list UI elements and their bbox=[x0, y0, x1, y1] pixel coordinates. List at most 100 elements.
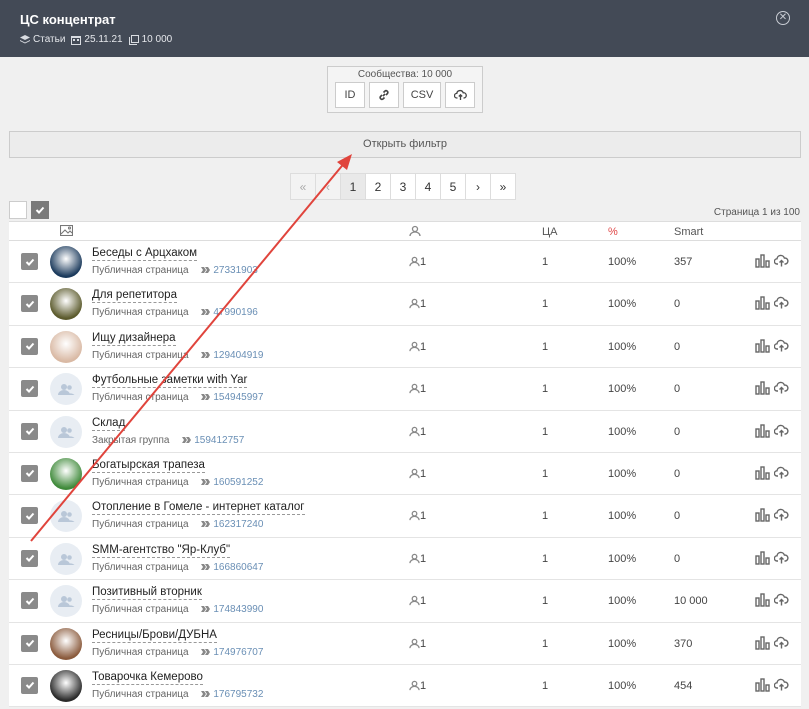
page-2[interactable]: 2 bbox=[365, 173, 391, 200]
community-id-link[interactable]: 129404919 bbox=[201, 350, 263, 361]
deselect-all-checkbox[interactable] bbox=[9, 201, 27, 219]
row-checkbox[interactable] bbox=[21, 422, 38, 440]
row-checkbox[interactable] bbox=[21, 337, 38, 355]
ca-column-header[interactable]: ЦА bbox=[542, 226, 557, 238]
community-name[interactable]: Ищу дизайнера bbox=[92, 331, 176, 346]
community-id[interactable]: 129404919 bbox=[213, 350, 263, 361]
community-id[interactable]: 160591252 bbox=[213, 477, 263, 488]
stats-icon[interactable] bbox=[755, 380, 770, 395]
community-id[interactable]: 154945997 bbox=[213, 392, 263, 403]
page-next[interactable]: › bbox=[465, 173, 491, 200]
close-icon[interactable]: ✕ bbox=[776, 11, 790, 25]
community-name[interactable]: SMM-агентство "Яр-Клуб" bbox=[92, 543, 231, 558]
community-avatar[interactable] bbox=[50, 373, 82, 406]
page-prev[interactable]: ‹ bbox=[315, 173, 341, 200]
community-id[interactable]: 47990196 bbox=[213, 307, 258, 318]
community-avatar[interactable] bbox=[50, 669, 82, 702]
row-checkbox[interactable] bbox=[21, 253, 38, 270]
community-avatar[interactable] bbox=[50, 500, 82, 533]
community-id-link[interactable]: 47990196 bbox=[201, 307, 258, 318]
cloud-upload-icon[interactable] bbox=[774, 592, 789, 607]
community-name[interactable]: Ресницы/Брови/ДУБНА bbox=[92, 628, 217, 643]
stats-icon[interactable] bbox=[755, 295, 770, 311]
community-name[interactable]: Отопление в Гомеле - интернет каталог bbox=[92, 500, 305, 516]
community-name[interactable]: Футбольные заметки with Yar bbox=[92, 373, 248, 389]
layers-icon bbox=[20, 34, 30, 43]
row-checkbox[interactable] bbox=[21, 295, 38, 313]
community-avatar[interactable] bbox=[50, 246, 82, 278]
community-id[interactable]: 176795732 bbox=[213, 689, 263, 700]
export-csv-button[interactable]: CSV bbox=[403, 82, 441, 108]
cloud-upload-icon[interactable] bbox=[774, 635, 789, 650]
community-id-link[interactable]: 176795732 bbox=[201, 689, 263, 700]
community-id-link[interactable]: 174976707 bbox=[201, 647, 263, 658]
stats-icon[interactable] bbox=[755, 677, 770, 692]
community-id-link[interactable]: 166860647 bbox=[201, 562, 263, 573]
row-checkbox[interactable] bbox=[21, 507, 38, 525]
row-checkbox[interactable] bbox=[21, 380, 38, 398]
stats-icon[interactable] bbox=[755, 635, 770, 650]
stats-icon[interactable] bbox=[755, 423, 770, 438]
export-id-button[interactable]: ID bbox=[335, 82, 365, 108]
open-filter-button[interactable]: Открыть фильтр bbox=[9, 131, 801, 158]
community-name[interactable]: Позитивный вторник bbox=[92, 585, 202, 601]
page-3[interactable]: 3 bbox=[390, 173, 416, 200]
page-last[interactable]: » bbox=[490, 173, 516, 200]
community-id-link[interactable]: 162317240 bbox=[201, 519, 263, 530]
community-avatar[interactable] bbox=[50, 585, 82, 618]
percent-column-header[interactable]: % bbox=[608, 226, 618, 238]
community-avatar[interactable] bbox=[50, 415, 82, 448]
community-id[interactable]: 27331903 bbox=[213, 265, 258, 276]
smart-column-header[interactable]: Smart bbox=[674, 226, 703, 238]
community-name[interactable]: Богатырская трапеза bbox=[92, 458, 205, 473]
community-avatar[interactable] bbox=[50, 330, 82, 363]
page-5[interactable]: 5 bbox=[440, 173, 466, 200]
community-avatar[interactable] bbox=[50, 627, 82, 660]
community-type: Публичная страница bbox=[92, 349, 189, 361]
row-checkbox[interactable] bbox=[21, 464, 38, 482]
stats-icon[interactable] bbox=[755, 253, 770, 268]
community-id-link[interactable]: 154945997 bbox=[201, 392, 263, 403]
community-id[interactable]: 162317240 bbox=[213, 519, 263, 530]
cloud-upload-icon[interactable] bbox=[774, 295, 789, 310]
community-type: Публичная страница bbox=[92, 519, 189, 531]
community-avatar[interactable] bbox=[50, 288, 82, 321]
stats-icon[interactable] bbox=[755, 338, 770, 353]
cloud-upload-icon[interactable] bbox=[774, 338, 789, 353]
community-name[interactable]: Склад bbox=[92, 416, 126, 431]
stats-icon[interactable] bbox=[755, 550, 770, 565]
cloud-upload-icon[interactable] bbox=[774, 550, 789, 565]
row-checkbox[interactable] bbox=[21, 549, 38, 567]
community-avatar[interactable] bbox=[50, 457, 82, 490]
community-id-link[interactable]: 27331903 bbox=[201, 265, 258, 276]
export-cloud-button[interactable] bbox=[445, 82, 475, 108]
cloud-upload-icon[interactable] bbox=[774, 380, 789, 395]
community-id-link[interactable]: 159412757 bbox=[182, 435, 244, 446]
community-name[interactable]: Товарочка Кемерово bbox=[92, 670, 203, 685]
community-name[interactable]: Беседы с Арцхаком bbox=[92, 246, 198, 261]
page-4[interactable]: 4 bbox=[415, 173, 441, 200]
cloud-upload-icon[interactable] bbox=[774, 423, 789, 438]
stats-icon[interactable] bbox=[755, 465, 770, 480]
page-1[interactable]: 1 bbox=[340, 173, 366, 200]
row-checkbox[interactable] bbox=[21, 592, 38, 610]
community-id[interactable]: 174976707 bbox=[213, 647, 263, 658]
community-name[interactable]: Для репетитора bbox=[92, 288, 177, 304]
cloud-upload-icon[interactable] bbox=[774, 465, 789, 480]
community-id-link[interactable]: 160591252 bbox=[201, 477, 263, 488]
row-checkbox[interactable] bbox=[21, 676, 38, 694]
export-link-button[interactable] bbox=[369, 82, 399, 108]
select-all-checkbox[interactable] bbox=[31, 201, 49, 219]
community-id[interactable]: 166860647 bbox=[213, 562, 263, 573]
row-checkbox[interactable] bbox=[21, 634, 38, 652]
stats-icon[interactable] bbox=[755, 507, 770, 523]
stats-icon[interactable] bbox=[755, 592, 770, 607]
community-id[interactable]: 159412757 bbox=[194, 435, 244, 446]
community-id[interactable]: 174843990 bbox=[213, 604, 263, 615]
page-first[interactable]: « bbox=[290, 173, 316, 200]
community-id-link[interactable]: 174843990 bbox=[201, 604, 263, 615]
cloud-upload-icon[interactable] bbox=[774, 253, 789, 268]
community-avatar[interactable] bbox=[50, 542, 82, 575]
cloud-upload-icon[interactable] bbox=[774, 507, 789, 522]
cloud-upload-icon[interactable] bbox=[774, 677, 789, 692]
